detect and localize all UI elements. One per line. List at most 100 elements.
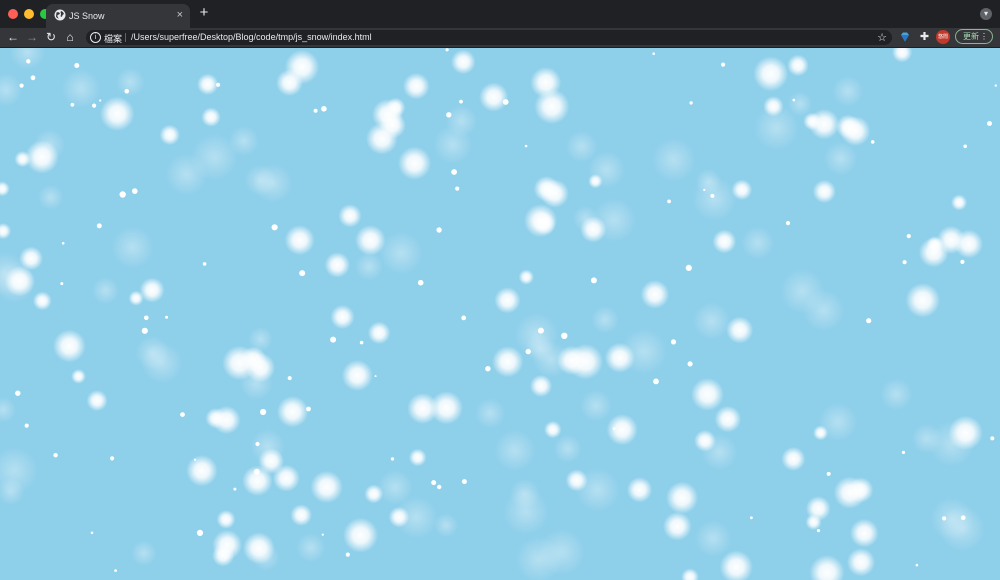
snowflake	[299, 270, 306, 277]
snowflake	[341, 359, 373, 392]
snowflake	[685, 264, 692, 271]
snowflake	[590, 277, 597, 284]
globe-icon	[54, 9, 66, 21]
snowflake	[785, 221, 791, 226]
snowflake	[565, 130, 598, 163]
snowflake	[260, 408, 267, 416]
snowflake	[330, 336, 337, 343]
new-tab-button[interactable]: +	[196, 4, 212, 22]
snowflake	[579, 389, 613, 422]
snowflake	[30, 75, 36, 81]
snowflake	[0, 222, 12, 240]
snowflake	[324, 252, 351, 278]
profile-avatar[interactable]: 悠閒	[936, 30, 950, 44]
snowflake	[461, 479, 467, 485]
minimize-window-button[interactable]	[24, 9, 34, 19]
snowflake	[994, 84, 997, 87]
reload-button[interactable]: ↻	[43, 30, 59, 45]
snowflake	[561, 332, 568, 339]
address-bar[interactable]: i 檔案 /Users/superfree/Desktop/Blog/code/…	[86, 30, 892, 45]
snowflake	[485, 366, 491, 372]
snowflake	[523, 204, 558, 238]
browser-toolbar: ← → ↻ ⌂ i 檔案 /Users/superfree/Desktop/Bl…	[0, 28, 1000, 48]
snowflake	[417, 279, 424, 286]
snowflake	[255, 441, 260, 447]
snowflake	[132, 188, 138, 194]
snowflake	[0, 181, 10, 197]
snowflake	[826, 471, 831, 476]
snowflake	[365, 122, 398, 155]
snowflake	[0, 396, 17, 423]
forward-button[interactable]: →	[24, 30, 40, 45]
close-window-button[interactable]	[8, 9, 18, 19]
diamond-icon[interactable]	[899, 31, 911, 43]
snowflake	[130, 540, 157, 567]
snowflake	[805, 496, 831, 521]
snowflake	[253, 163, 294, 204]
snowflake	[115, 67, 145, 97]
site-info-icon[interactable]: i	[90, 32, 101, 43]
snowflake	[61, 68, 101, 109]
snowflake	[445, 48, 449, 52]
snowflake	[906, 234, 911, 239]
snowflake	[159, 124, 180, 146]
snowflake	[141, 327, 148, 334]
snowflake	[190, 133, 239, 181]
snowflake	[753, 56, 789, 92]
update-button[interactable]: 更新 ⋮	[955, 29, 993, 44]
snowflake	[4, 266, 36, 297]
snowflake	[385, 97, 406, 118]
snowflake	[651, 137, 697, 183]
snowflake	[345, 552, 350, 557]
snowflake	[492, 346, 524, 378]
snowflake	[26, 59, 31, 64]
browser-window: JS Snow × + ▾ ← → ↻ ⌂ i 檔案 /Users/superf…	[0, 0, 1000, 580]
snowflake	[355, 224, 386, 256]
snowflake	[691, 377, 724, 411]
url-text[interactable]: /Users/superfree/Desktop/Blog/code/tmp/j…	[131, 32, 372, 42]
snowflake	[836, 114, 861, 139]
snowflake	[703, 188, 706, 191]
snowflake	[846, 548, 876, 577]
tab-close-icon[interactable]: ×	[177, 9, 183, 21]
snowflake	[37, 184, 64, 211]
snowflake	[15, 390, 21, 396]
snowflake	[377, 469, 414, 506]
snowflake	[502, 488, 550, 536]
back-button[interactable]: ←	[5, 30, 21, 45]
snowflake	[606, 414, 638, 446]
menu-kebab-icon[interactable]: ⋮	[980, 30, 988, 43]
tab-js-snow[interactable]: JS Snow ×	[46, 4, 190, 28]
site-info-label[interactable]: 檔案	[104, 32, 122, 45]
snowflake	[689, 101, 693, 105]
tab-search-button[interactable]: ▾	[980, 8, 992, 20]
snowflake	[310, 470, 343, 504]
snowflake	[253, 468, 260, 475]
window-controls	[8, 9, 50, 19]
snowflake	[216, 82, 221, 87]
snowflake	[902, 260, 907, 265]
puzzle-icon[interactable]: ✚	[918, 30, 931, 44]
snowflake	[216, 509, 236, 529]
snowflake	[110, 456, 115, 461]
snowflake	[588, 174, 603, 189]
snowflake	[436, 227, 442, 233]
snowflake	[870, 140, 875, 144]
snow-canvas	[0, 48, 1000, 580]
snowflake	[960, 259, 965, 264]
snowflake	[816, 529, 821, 533]
home-button[interactable]: ⌂	[62, 30, 78, 45]
snowflake	[665, 481, 699, 514]
snowflake	[9, 48, 46, 71]
snowflake	[866, 318, 872, 324]
snowflake	[86, 390, 108, 412]
snowflake	[53, 453, 58, 458]
bookmark-star-icon[interactable]: ☆	[877, 31, 887, 44]
snowflake	[290, 504, 313, 526]
snowflake	[245, 352, 276, 383]
snowflake	[119, 191, 126, 198]
snowflake	[99, 96, 135, 132]
snowflake	[954, 229, 984, 259]
snowflake	[313, 108, 318, 113]
snowflake	[196, 73, 219, 96]
